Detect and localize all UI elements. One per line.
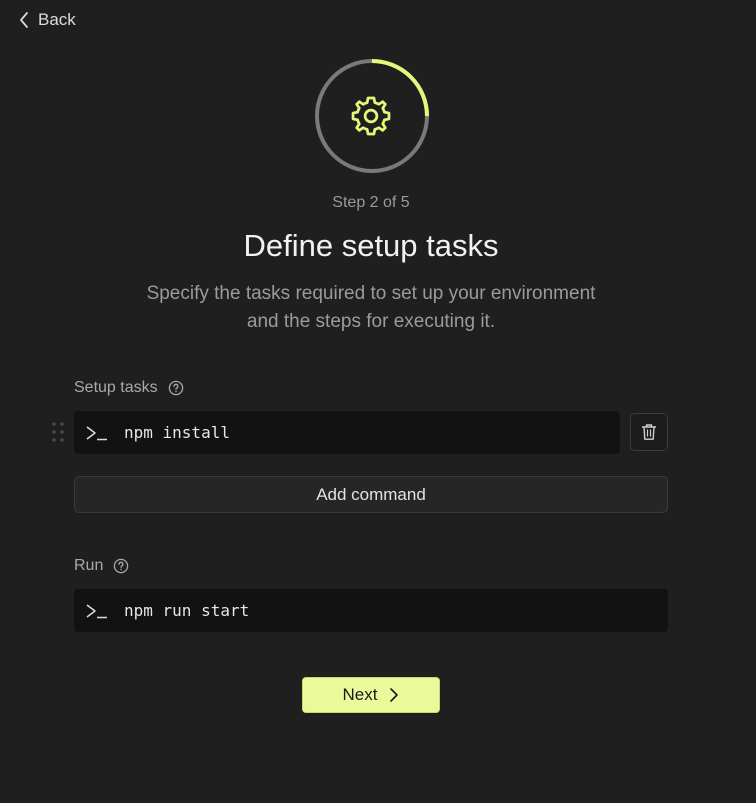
gear-icon	[351, 96, 391, 136]
delete-command-button[interactable]	[630, 413, 668, 451]
run-command-text: npm run start	[124, 601, 250, 620]
run-command-input[interactable]: npm run start	[74, 589, 668, 632]
run-label: Run	[74, 557, 129, 575]
setup-command-text: npm install	[124, 423, 230, 442]
chevron-left-icon	[20, 12, 28, 28]
add-command-label: Add command	[316, 484, 426, 504]
chevron-right-icon	[390, 688, 399, 702]
question-circle-icon[interactable]	[168, 380, 184, 396]
page-title: Define setup tasks	[243, 228, 499, 263]
next-label: Next	[342, 685, 378, 704]
back-button[interactable]: Back	[18, 6, 76, 34]
setup-tasks-label-text: Setup tasks	[74, 379, 158, 396]
page-subtitle: Specify the tasks required to set up you…	[146, 283, 596, 332]
run-label-text: Run	[74, 557, 104, 574]
add-command-button[interactable]: Add command	[74, 476, 668, 513]
terminal-prompt-icon	[86, 603, 107, 618]
next-button[interactable]: Next	[302, 677, 440, 713]
back-label: Back	[38, 10, 76, 29]
drag-handle-icon[interactable]	[51, 421, 65, 443]
question-circle-icon[interactable]	[113, 558, 129, 574]
trash-icon	[641, 424, 657, 440]
step-indicator: Step 2 of 5	[332, 194, 410, 211]
setup-tasks-label: Setup tasks	[74, 379, 184, 397]
setup-command-input[interactable]: npm install	[74, 411, 620, 454]
setup-tasks-page: Back Step 2 of 5 Define setup tasks Spec…	[0, 0, 756, 803]
terminal-prompt-icon	[86, 425, 107, 440]
